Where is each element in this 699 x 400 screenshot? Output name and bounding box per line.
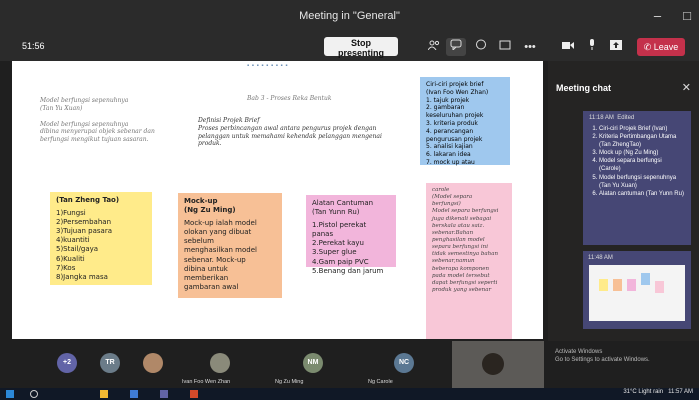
message-time: 11:48 AM bbox=[588, 255, 613, 261]
close-icon[interactable]: ✕ bbox=[682, 81, 691, 94]
teams-icon[interactable] bbox=[160, 390, 168, 398]
participant-name: Ng Zu Ming bbox=[275, 379, 304, 385]
share-icon[interactable] bbox=[606, 38, 626, 56]
reactions-icon[interactable] bbox=[471, 38, 491, 56]
more-icon[interactable]: ••• bbox=[520, 38, 540, 56]
avatar[interactable] bbox=[210, 353, 230, 373]
leave-button[interactable]: ✆ Leave bbox=[637, 38, 685, 56]
shared-screen[interactable]: ▪ ▪ ▪ ▪ ▪ ▪ ▪ ▪ ▪ Model berfungsi sepenu… bbox=[12, 61, 543, 339]
stop-presenting-button[interactable]: Stop presenting bbox=[324, 37, 398, 58]
sticky-note-pink[interactable]: Alatan Cantuman (Tan Yunn Ru) 1.Pistol p… bbox=[306, 195, 396, 275]
chat-panel: Meeting chat ✕ 11:18 AM Edited Ciri-ciri… bbox=[548, 61, 699, 341]
rooms-icon[interactable] bbox=[495, 38, 515, 56]
chat-message[interactable]: 11:18 AM Edited Ciri-ciri Projek Brief (… bbox=[583, 111, 691, 245]
whiteboard-toolbar[interactable]: ▪ ▪ ▪ ▪ ▪ ▪ ▪ ▪ ▪ bbox=[247, 63, 288, 69]
brief-definition: Definisi Projek Brief Proses perbincanga… bbox=[198, 117, 382, 148]
leave-label: Leave bbox=[653, 41, 679, 52]
mic-icon[interactable] bbox=[582, 38, 602, 56]
sticky-note-carole[interactable]: carole (Model separa berfungsi) Model se… bbox=[426, 183, 512, 339]
explorer-icon[interactable] bbox=[100, 390, 108, 398]
overflow-avatar[interactable]: +2 bbox=[57, 353, 77, 373]
phone-icon: ✆ bbox=[643, 41, 652, 52]
meeting-timer: 51:56 bbox=[22, 41, 45, 51]
system-tray: 31°C Light rain 11:57 AM bbox=[623, 389, 693, 395]
app-icon[interactable] bbox=[190, 390, 198, 398]
minimize-icon[interactable]: – bbox=[654, 8, 661, 23]
weather[interactable]: 31°C Light rain bbox=[623, 389, 663, 395]
avatar[interactable]: NM bbox=[303, 353, 323, 373]
camera-icon[interactable] bbox=[558, 38, 578, 56]
window-controls: – □ bbox=[654, 8, 691, 23]
sticky-note-blue[interactable]: Ciri-ciri projek brief (Ivan Foo Wen Zha… bbox=[420, 77, 510, 166]
avatar[interactable] bbox=[143, 353, 163, 373]
taskbar: 31°C Light rain 11:57 AM bbox=[0, 388, 699, 400]
sticky-note-orange[interactable]: Mock-up (Ng Zu Ming) Mock-up ialah model… bbox=[178, 193, 282, 298]
handwritten-note: Model berfungsi sepenuhnya (Tan Yu Xuan)… bbox=[40, 97, 155, 144]
chat-icon[interactable] bbox=[446, 38, 466, 56]
title-bar: Meeting in "General" – □ bbox=[0, 0, 699, 33]
person-silhouette bbox=[482, 353, 504, 375]
meeting-toolbar: 51:56 Stop presenting ••• ✆ Leave bbox=[0, 33, 699, 61]
avatar[interactable]: NC bbox=[394, 353, 414, 373]
message-list: Ciri-ciri Projek Brief (Ivan) Kriteria P… bbox=[589, 125, 685, 198]
section-title: Bab 3 - Proses Reka Bentuk bbox=[247, 95, 332, 102]
chat-image-message[interactable]: 11:48 AM bbox=[583, 251, 691, 329]
participant-name: Ng Carole bbox=[368, 379, 393, 385]
participants-icon[interactable] bbox=[424, 38, 444, 56]
search-icon[interactable] bbox=[30, 390, 38, 398]
clock[interactable]: 11:57 AM bbox=[668, 389, 693, 395]
participant-name: Ivan Foo Wen Zhan bbox=[182, 379, 231, 385]
window-title: Meeting in "General" bbox=[299, 10, 400, 22]
edge-icon[interactable] bbox=[130, 390, 138, 398]
message-meta: 11:18 AM Edited bbox=[589, 115, 635, 121]
avatar[interactable]: TR bbox=[100, 353, 120, 373]
chat-title: Meeting chat bbox=[556, 83, 612, 93]
sticky-note-yellow[interactable]: (Tan Zheng Tao) 1)Fungsi 2)Persembahan 3… bbox=[50, 192, 152, 285]
participants-bar: +2 TR Ivan Foo Wen Zhan NM Ng Zu Ming NC… bbox=[0, 341, 699, 388]
maximize-icon[interactable]: □ bbox=[683, 8, 691, 23]
screenshot-thumbnail[interactable] bbox=[589, 265, 685, 321]
self-video[interactable] bbox=[452, 341, 544, 388]
windows-start-icon[interactable] bbox=[6, 390, 14, 398]
activation-watermark: Activate Windows Go to Settings to activ… bbox=[555, 349, 650, 363]
